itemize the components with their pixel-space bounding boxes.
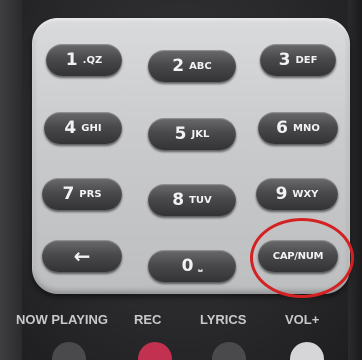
red-highlight-circle: [250, 218, 354, 298]
key-2-letters: ABC: [189, 60, 212, 72]
key-3-letters: DEF: [295, 54, 318, 66]
key-5-digit: 5: [174, 124, 187, 144]
key-3-digit: 3: [278, 50, 291, 70]
lyrics-label: LYRICS: [200, 312, 247, 327]
key-6-letters: MNO: [293, 122, 320, 134]
key-2[interactable]: 2 ABC: [148, 50, 236, 82]
lyrics-button[interactable]: [212, 342, 246, 360]
key-4-digit: 4: [64, 118, 77, 138]
left-arrow-icon: ←: [73, 244, 91, 268]
remote-control-photo: 1 .QZ 2 ABC 3 DEF 4 GHI 5 JKL 6 MNO 7 PR…: [0, 0, 362, 360]
space-icon: ⎵: [198, 260, 203, 272]
key-1-letters: .QZ: [82, 54, 103, 66]
key-7[interactable]: 7 PRS: [42, 178, 122, 210]
rec-label: REC: [134, 312, 162, 327]
key-6-digit: 6: [276, 118, 288, 138]
key-5[interactable]: 5 JKL: [148, 118, 236, 150]
key-8-digit: 8: [172, 190, 185, 210]
key-3[interactable]: 3 DEF: [260, 44, 336, 76]
key-6[interactable]: 6 MNO: [258, 112, 338, 144]
remote-edge-left: [0, 0, 22, 360]
remote-edge-right: [348, 0, 362, 360]
key-0-digit: 0: [181, 256, 194, 276]
key-7-digit: 7: [62, 184, 75, 204]
key-9-digit: 9: [275, 184, 288, 204]
key-4-letters: GHI: [81, 122, 102, 134]
key-9-letters: WXY: [292, 188, 319, 200]
now-playing-button[interactable]: [52, 342, 86, 360]
key-8[interactable]: 8 TUV: [148, 184, 236, 216]
vol-plus-button[interactable]: [290, 342, 324, 360]
back-arrow-key[interactable]: ←: [42, 240, 122, 272]
rec-button[interactable]: [138, 342, 172, 360]
key-5-letters: JKL: [191, 128, 210, 140]
key-0[interactable]: 0 ⎵: [148, 250, 236, 282]
key-8-letters: TUV: [189, 194, 212, 206]
key-4[interactable]: 4 GHI: [44, 112, 122, 144]
key-9[interactable]: 9 WXY: [256, 178, 338, 210]
key-2-digit: 2: [172, 56, 185, 76]
key-1-digit: 1: [65, 50, 78, 70]
key-1[interactable]: 1 .QZ: [46, 44, 122, 76]
key-7-letters: PRS: [79, 188, 102, 200]
now-playing-label: NOW PLAYING: [16, 312, 108, 327]
vol-plus-label: VOL+: [285, 312, 320, 327]
